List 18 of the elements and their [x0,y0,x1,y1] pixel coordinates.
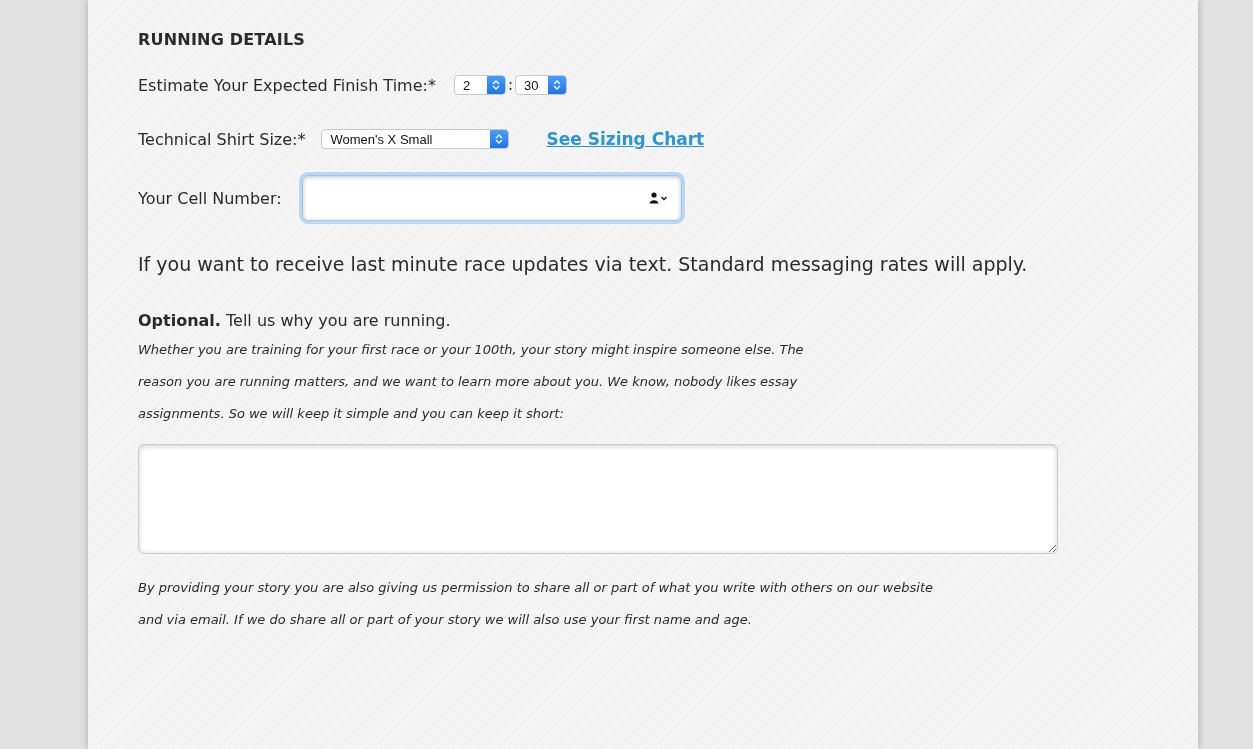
section-title: RUNNING DETAILS [138,30,307,49]
story-textarea[interactable] [138,444,1058,554]
stepper-icon [495,133,504,145]
cell-note: If you want to receive last minute race updates via text. Standard messaging rates will apply. [138,253,1029,275]
time-separator: : [507,76,513,94]
optional-prompt: Optional. Tell us why you are running. [138,311,452,330]
field-label: Technical Shirt Size:* [138,129,306,149]
cell-number-field[interactable] [301,175,682,221]
minutes-select[interactable]: 30 [515,75,567,95]
contact-icon[interactable] [648,192,669,204]
story-intro: Whether you are training for your first race or your 100th, your story might inspire someone else. The reason you are running matters, and we want to learn more about you. We know, nobody likes essay assignments. So we will keep it simple and you can keep it short: [138,341,805,423]
story-consent: By providing your story you are also giving us permission to share all or part of what you write with others on our website and via email. If we do share all or part of your story we will also use your first name and age. [138,579,934,629]
stepper-icon [491,79,500,91]
field-label: Estimate Your Expected Finish Time:* [138,75,436,95]
hours-select[interactable]: 2 [453,75,506,95]
field-label: Your Cell Number: [138,188,282,208]
stepper-icon [553,79,561,91]
shirt-size-select[interactable]: Women's X Small [321,129,510,149]
